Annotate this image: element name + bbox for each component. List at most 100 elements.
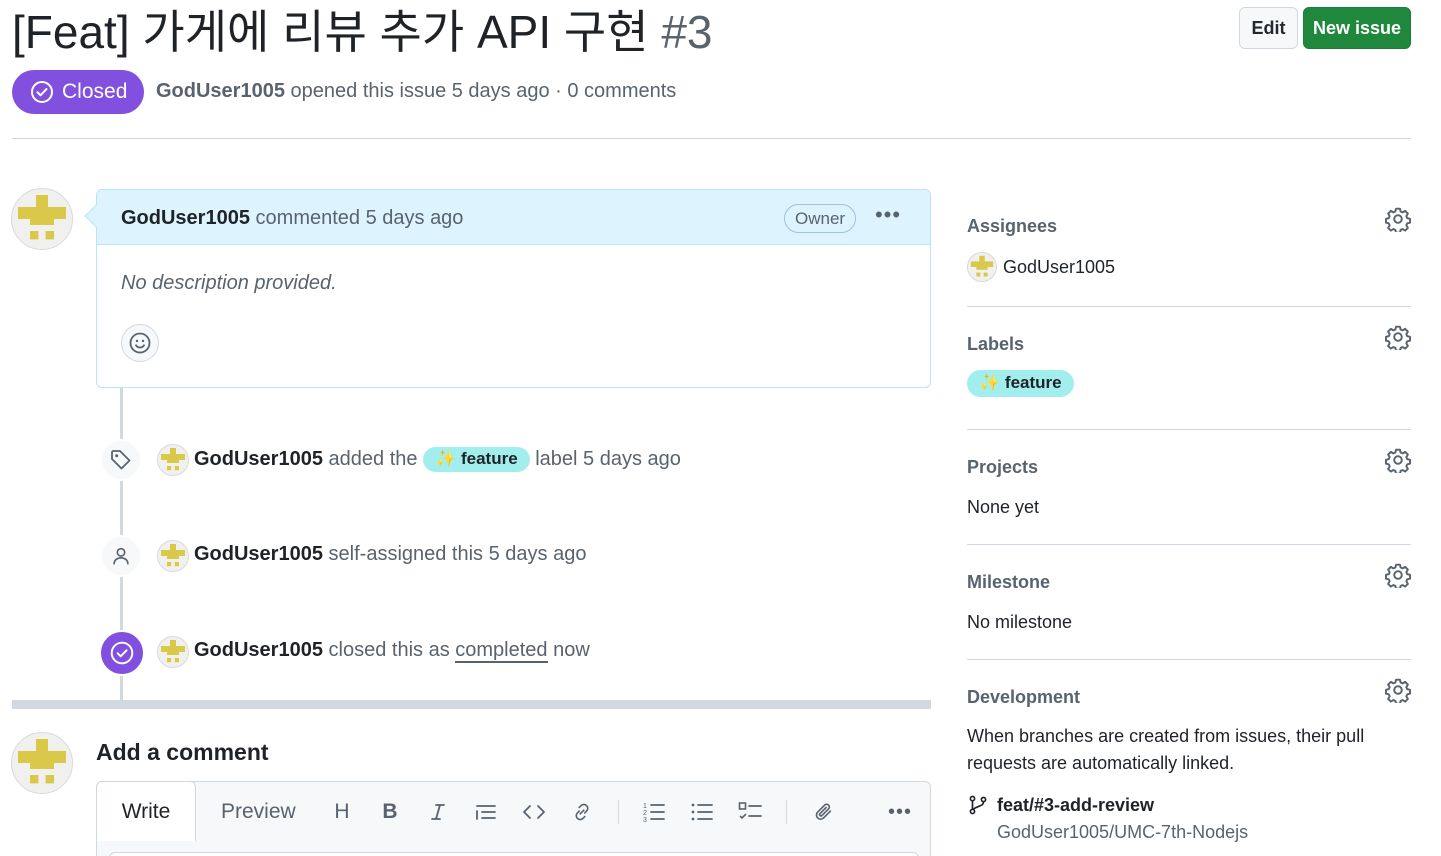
comment-arrow <box>84 204 108 228</box>
label-feature[interactable]: ✨ feature <box>967 370 1074 397</box>
comment-author-link[interactable]: GodUser1005 <box>121 207 250 229</box>
sidebar-divider <box>967 429 1411 430</box>
timeline-end-separator <box>12 700 931 709</box>
link-icon[interactable] <box>568 798 596 826</box>
projects-heading: Projects <box>967 457 1039 477</box>
development-heading: Development <box>967 687 1081 707</box>
comment-byline: GodUser1005 commented 5 days ago <box>121 207 463 230</box>
status-badge: Closed <box>12 70 144 114</box>
comment-body: No description provided. <box>121 272 337 294</box>
label-name: feature <box>1004 373 1062 392</box>
sidebar-projects: Projects None yet <box>967 457 1411 517</box>
development-description: When branches are created from issues, t… <box>967 726 1365 773</box>
avatar[interactable] <box>157 444 189 476</box>
smiley-icon <box>129 332 151 354</box>
unordered-list-icon[interactable] <box>688 798 716 826</box>
comment-action: commented 5 days ago <box>255 207 464 229</box>
svg-text:2: 2 <box>643 810 647 817</box>
issue-meta-text: opened this issue 5 days ago · 0 comment… <box>290 80 677 102</box>
attach-icon[interactable] <box>810 798 838 826</box>
tab-preview[interactable]: Preview <box>221 800 296 824</box>
sidebar-milestone: Milestone No milestone <box>967 572 1411 632</box>
gear-icon[interactable] <box>1385 677 1411 703</box>
issue-comment: GodUser1005 commented 5 days ago Owner •… <box>84 189 931 388</box>
person-icon <box>113 547 129 565</box>
gear-icon[interactable] <box>1385 206 1411 232</box>
comment-header: GodUser1005 commented 5 days ago Owner •… <box>84 190 930 245</box>
event-text: closed this as <box>328 639 450 661</box>
tab-write[interactable]: Write <box>96 781 196 841</box>
issue-title-text: [Feat] 가게에 리뷰 추가 API 구현 <box>12 6 649 58</box>
quote-icon[interactable] <box>472 798 500 826</box>
italic-icon[interactable] <box>424 798 452 826</box>
avatar[interactable] <box>157 540 189 572</box>
event-actor-link[interactable]: GodUser1005 <box>194 639 323 661</box>
assignee-name[interactable]: GodUser1005 <box>1003 257 1115 278</box>
branch-icon <box>967 794 989 821</box>
code-icon[interactable] <box>520 798 548 826</box>
gear-icon[interactable] <box>1385 562 1411 588</box>
check-circle-icon <box>31 81 53 103</box>
timeline-event-closed: GodUser1005 closed this as completed now <box>194 639 590 663</box>
labels-heading: Labels <box>967 334 1025 354</box>
owner-badge: Owner <box>784 204 857 233</box>
timeline-badge-label <box>100 439 142 481</box>
sidebar-labels: Labels ✨ feature <box>967 334 1411 397</box>
tag-icon <box>111 450 131 470</box>
projects-value: None yet <box>967 497 1040 517</box>
toolbar-divider <box>618 800 619 824</box>
svg-text:1: 1 <box>643 803 647 810</box>
gear-icon[interactable] <box>1385 447 1411 473</box>
ordered-list-icon[interactable]: 123 <box>640 798 668 826</box>
timeline-event-labeled: GodUser1005 added the ✨ feature label 5 … <box>194 447 681 472</box>
milestone-value: No milestone <box>967 612 1073 632</box>
sidebar-divider <box>967 659 1411 660</box>
bold-icon[interactable]: B <box>376 798 404 826</box>
event-text: label 5 days ago <box>535 448 681 470</box>
comment-textarea[interactable] <box>109 852 919 856</box>
status-text: Closed <box>62 80 128 103</box>
event-text: self-assigned this 5 days ago <box>328 543 587 565</box>
timeline-badge-assign <box>100 535 142 577</box>
issue-number: #3 <box>661 6 713 58</box>
add-reaction-button[interactable] <box>121 324 159 362</box>
issue-author-link[interactable]: GodUser1005 <box>156 80 285 102</box>
toolbar-divider <box>786 800 787 824</box>
avatar[interactable] <box>967 252 997 282</box>
event-actor-link[interactable]: GodUser1005 <box>194 543 323 565</box>
new-issue-button[interactable]: New issue <box>1303 7 1411 49</box>
assignees-heading: Assignees <box>967 216 1058 236</box>
header-divider <box>12 138 1411 139</box>
repo-name: GodUser1005/UMC-7th-Nodejs <box>997 822 1249 842</box>
avatar[interactable] <box>157 636 189 668</box>
sidebar-development: Development When branches are created fr… <box>967 687 1411 842</box>
timeline-badge-closed <box>99 630 145 676</box>
svg-text:3: 3 <box>643 817 647 823</box>
add-comment-heading: Add a comment <box>96 739 269 765</box>
label-feature[interactable]: ✨ feature <box>423 447 530 472</box>
sidebar-assignees: Assignees GodUser1005 <box>967 216 1411 282</box>
more-icon[interactable]: ••• <box>886 798 914 826</box>
label-name: feature <box>460 449 518 468</box>
comment-editor: Write Preview H B 123 ••• <box>96 781 931 856</box>
avatar[interactable] <box>11 732 73 794</box>
task-list-icon[interactable] <box>736 798 764 826</box>
issue-title: [Feat] 가게에 리뷰 추가 API 구현 #3 <box>12 2 712 62</box>
gear-icon[interactable] <box>1385 324 1411 350</box>
sparkles-icon: ✨ <box>435 449 457 468</box>
check-circle-icon <box>110 641 134 665</box>
timeline-event-assigned: GodUser1005 self-assigned this 5 days ag… <box>194 543 586 566</box>
issue-meta: GodUser1005 opened this issue 5 days ago… <box>156 80 676 103</box>
event-text: now <box>553 639 590 661</box>
edit-button[interactable]: Edit <box>1239 7 1298 49</box>
event-text: added the <box>328 448 418 470</box>
milestone-heading: Milestone <box>967 572 1051 592</box>
sparkles-icon: ✨ <box>979 373 1001 392</box>
sidebar-divider <box>967 306 1411 307</box>
completed-link[interactable]: completed <box>455 639 548 663</box>
heading-icon[interactable]: H <box>328 798 356 826</box>
branch-link[interactable]: feat/#3-add-review <box>997 795 1154 816</box>
avatar[interactable] <box>11 188 73 250</box>
kebab-menu-icon[interactable]: ••• <box>873 204 903 231</box>
event-actor-link[interactable]: GodUser1005 <box>194 448 323 470</box>
